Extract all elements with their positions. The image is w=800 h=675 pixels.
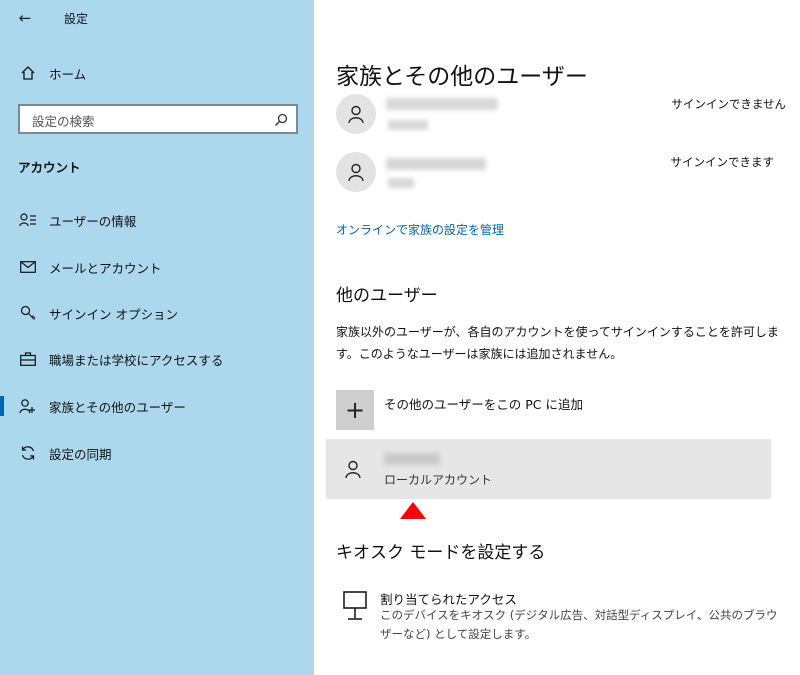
window-title: 設定 xyxy=(64,12,89,26)
signin-status: サインインできません xyxy=(671,97,786,111)
sidebar-item-mail[interactable]: メールとアカウント xyxy=(0,249,314,285)
person-icon xyxy=(348,163,364,182)
search-icon[interactable] xyxy=(274,112,288,126)
user-info-icon xyxy=(18,210,38,230)
manage-family-online-link[interactable]: オンラインで家族の設定を管理 xyxy=(336,221,504,238)
sidebar-item-label: 設定の同期 xyxy=(49,446,112,462)
sidebar-item-label: サインイン オプション xyxy=(49,306,178,322)
back-button[interactable]: ← xyxy=(10,5,40,31)
mail-icon xyxy=(18,257,38,277)
redacted-role xyxy=(388,120,428,130)
family-icon xyxy=(18,396,38,416)
sidebar-item-family[interactable]: 家族とその他のユーザー xyxy=(0,388,314,424)
redacted-name xyxy=(386,158,486,170)
sidebar-item-work-school[interactable]: 職場または学校にアクセスする xyxy=(0,341,314,377)
main-content: 家族とその他のユーザー サインインできません サインインできます オンラインで家… xyxy=(314,0,800,675)
sidebar-item-label: 職場または学校にアクセスする xyxy=(49,352,224,368)
sidebar: ← 設定 ホーム 設定の検索 アカウント ユーザーの情報 メールとアカウント サ… xyxy=(0,0,314,675)
home-icon xyxy=(18,63,38,83)
sync-icon xyxy=(18,443,38,463)
back-arrow-icon: ← xyxy=(18,9,32,27)
settings-search-input[interactable]: 設定の検索 xyxy=(18,104,298,134)
section-heading-account: アカウント xyxy=(18,160,81,175)
assigned-access-description: このデバイスをキオスク (デジタル広告、対話型ディスプレイ、公共のブラウザーなど… xyxy=(380,608,778,641)
sidebar-item-label: 家族とその他のユーザー xyxy=(49,399,186,415)
page-title: 家族とその他のユーザー xyxy=(336,64,588,90)
local-account-label: ローカルアカウント xyxy=(384,473,493,487)
avatar xyxy=(336,152,376,192)
sidebar-item-sync[interactable]: 設定の同期 xyxy=(0,435,314,471)
family-member-1[interactable]: サインインできません xyxy=(336,94,786,138)
add-other-user-button[interactable]: + その他のユーザーをこの PC に追加 xyxy=(336,390,776,432)
redacted-role xyxy=(388,178,414,188)
briefcase-icon xyxy=(18,349,38,369)
sidebar-item-signin-options[interactable]: サインイン オプション xyxy=(0,295,314,331)
person-icon xyxy=(340,456,366,482)
signin-status: サインインできます xyxy=(670,155,775,169)
nav-home[interactable]: ホーム xyxy=(0,55,314,91)
plus-icon: + xyxy=(336,390,374,430)
sidebar-item-user-info[interactable]: ユーザーの情報 xyxy=(0,202,314,238)
title-bar: ← 設定 xyxy=(0,0,314,36)
add-user-label: その他のユーザーをこの PC に追加 xyxy=(384,397,583,412)
redacted-name xyxy=(386,98,498,110)
kiosk-heading: キオスク モードを設定する xyxy=(336,543,546,563)
person-icon xyxy=(348,105,364,124)
family-member-2[interactable]: サインインできます xyxy=(336,152,786,196)
local-account-entry[interactable]: ローカルアカウント xyxy=(326,439,771,499)
redacted-username xyxy=(384,453,440,465)
other-users-description: 家族以外のユーザーが、各自のアカウントを使ってサインインすることを許可します。こ… xyxy=(336,325,779,361)
assigned-access-item[interactable]: 割り当てられたアクセス このデバイスをキオスク (デジタル広告、対話型ディスプレ… xyxy=(336,587,786,647)
nav-home-label: ホーム xyxy=(49,66,87,82)
red-triangle-marker xyxy=(400,502,426,519)
key-icon xyxy=(18,303,38,323)
search-placeholder: 設定の検索 xyxy=(32,114,95,129)
sidebar-item-label: メールとアカウント xyxy=(49,260,162,276)
other-users-heading: 他のユーザー xyxy=(336,286,438,306)
kiosk-icon xyxy=(342,591,368,621)
sidebar-item-label: ユーザーの情報 xyxy=(49,213,137,229)
avatar xyxy=(336,94,376,134)
